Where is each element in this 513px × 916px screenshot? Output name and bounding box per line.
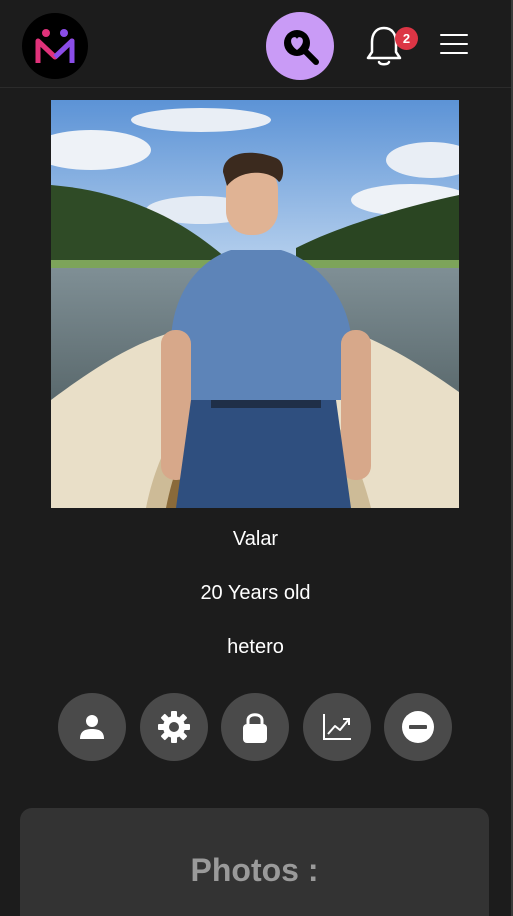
profile-actions xyxy=(58,693,454,761)
hamburger-menu-icon[interactable] xyxy=(438,30,470,58)
block-button[interactable] xyxy=(384,693,452,761)
gear-icon xyxy=(158,711,190,743)
profile-button[interactable] xyxy=(58,693,126,761)
profile-photo xyxy=(51,100,459,508)
heart-search-icon[interactable] xyxy=(266,12,334,80)
chart-line-icon xyxy=(323,714,351,740)
profile-age: 20 Years old xyxy=(200,582,311,604)
top-navbar: 2 xyxy=(0,0,511,88)
photos-title: Photos : xyxy=(190,852,319,888)
lock-icon xyxy=(243,713,267,743)
user-icon xyxy=(80,715,104,739)
settings-button[interactable] xyxy=(140,693,208,761)
photos-card: Photos : xyxy=(20,808,489,916)
minus-circle-icon xyxy=(402,711,434,743)
notification-count-badge: 2 xyxy=(395,27,418,50)
stats-button[interactable] xyxy=(303,693,371,761)
profile-orientation: hetero xyxy=(227,636,284,658)
profile-name: Valar xyxy=(232,528,279,550)
privacy-button[interactable] xyxy=(221,693,289,761)
match-logo-icon[interactable] xyxy=(22,13,88,79)
app-frame: 2 Valar 20 Years old hetero Photos: xyxy=(0,0,513,916)
